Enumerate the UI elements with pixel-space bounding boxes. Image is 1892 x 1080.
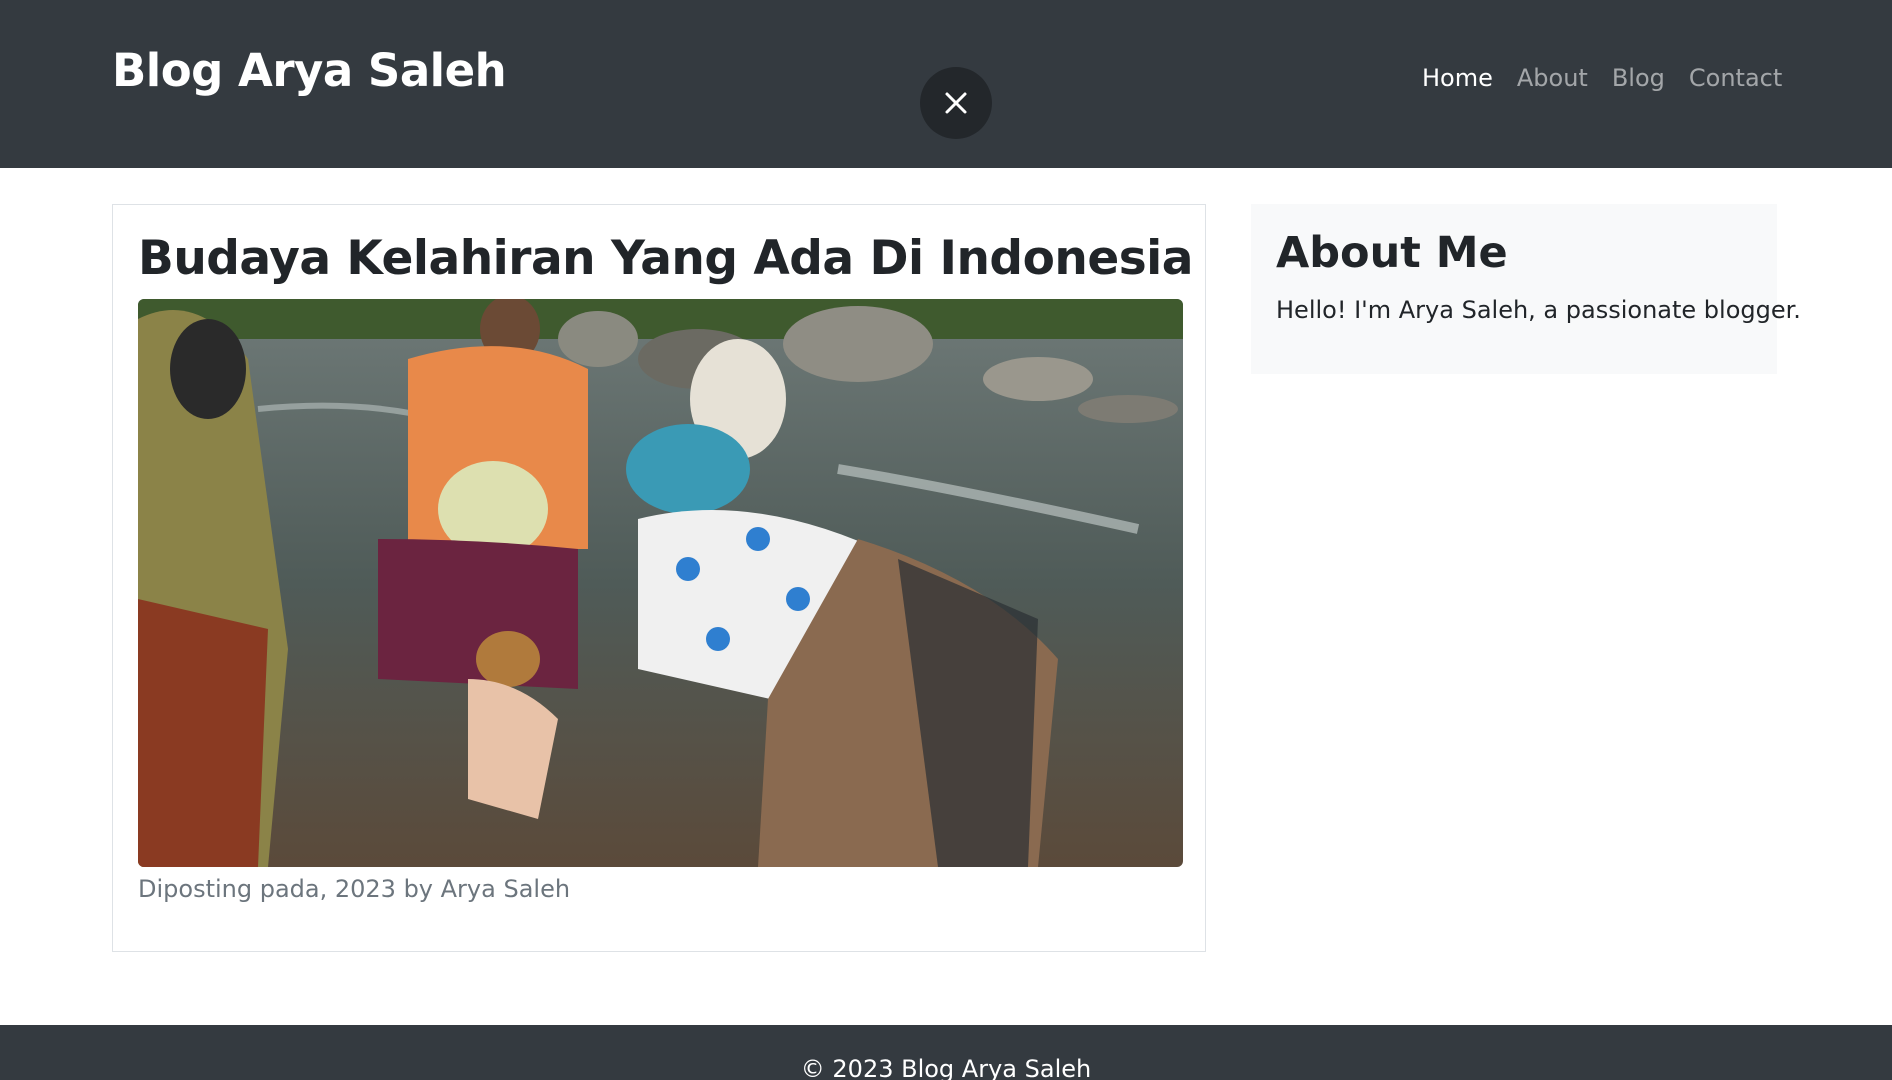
nav-link-home[interactable]: Home [1410,64,1505,92]
nav-link-contact[interactable]: Contact [1677,64,1794,92]
post-title: Budaya Kelahiran Yang Ada Di Indonesia [138,231,1194,286]
footer-copyright: © 2023 Blog Arya Saleh [800,1055,1092,1080]
nav-link-about[interactable]: About [1505,64,1600,92]
about-text: Hello! I'm Arya Saleh, a passionate blog… [1276,296,1801,324]
close-icon [945,92,967,114]
nav-link-blog[interactable]: Blog [1600,64,1677,92]
site-brand[interactable]: Blog Arya Saleh [112,44,507,97]
post-meta: Diposting pada, 2023 by Arya Saleh [138,875,571,903]
navbar: Blog Arya Saleh Home About Blog Contact [0,0,1892,168]
footer: © 2023 Blog Arya Saleh [0,1025,1892,1080]
about-me-box: About Me Hello! I'm Arya Saleh, a passio… [1251,204,1801,374]
close-button[interactable] [920,67,992,139]
post-image [138,299,1183,867]
post-card: Budaya Kelahiran Yang Ada Di Indonesia D… [112,204,1206,952]
nav-menu: Home About Blog Contact [1410,64,1794,92]
about-title: About Me [1276,228,1508,278]
